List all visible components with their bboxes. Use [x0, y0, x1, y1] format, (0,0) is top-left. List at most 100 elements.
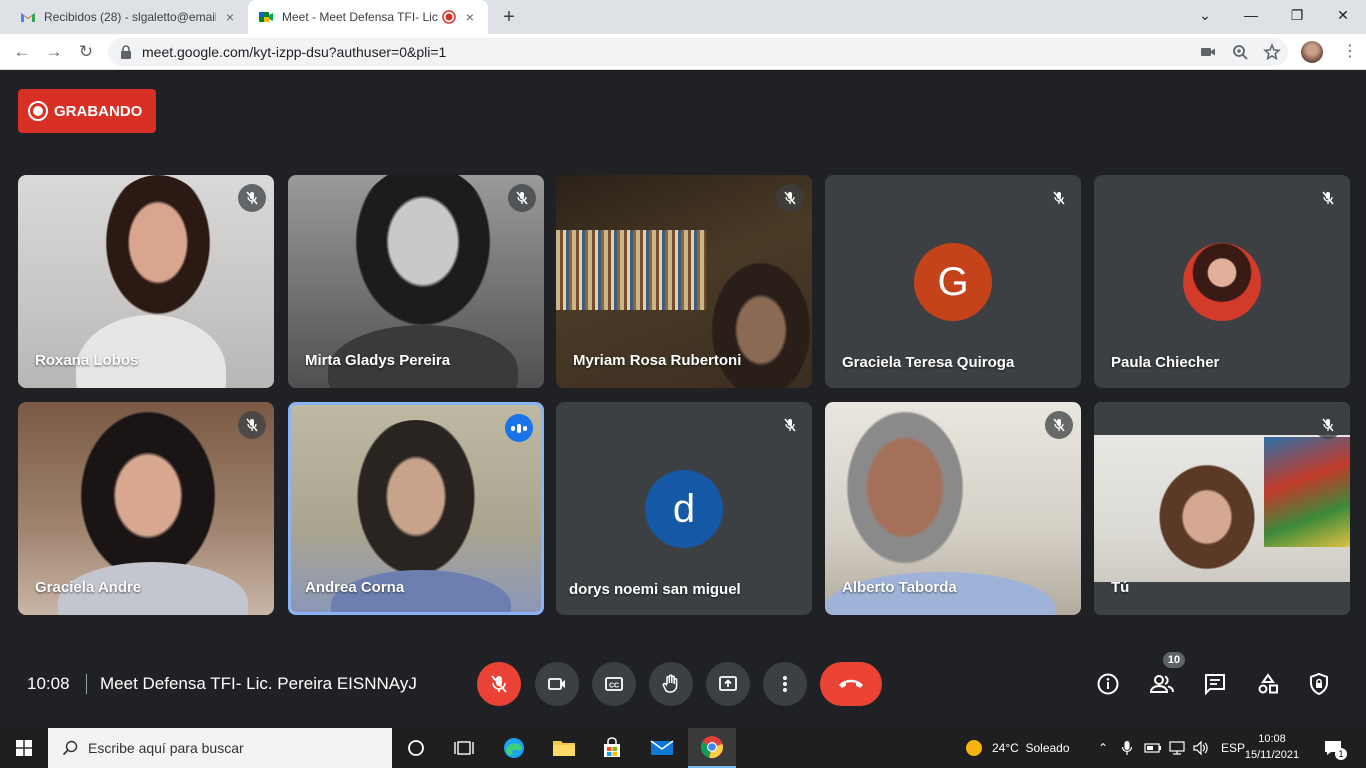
participant-tile[interactable]: d dorys noemi san miguel	[556, 402, 812, 615]
taskbar-clock[interactable]: 10:08 15/11/2021	[1244, 731, 1300, 763]
present-button[interactable]	[706, 662, 750, 706]
camera-status-icon[interactable]	[1196, 40, 1220, 64]
forward-icon[interactable]: →	[40, 38, 68, 66]
participant-tile-self[interactable]: Tú	[1094, 402, 1350, 615]
address-bar[interactable]: meet.google.com/kyt-izpp-dsu?authuser=0&…	[108, 38, 1288, 66]
meeting-title: Meet Defensa TFI- Lic. Pereira EISNNAyJ	[100, 674, 417, 693]
participant-name: Myriam Rosa Rubertoni	[573, 352, 742, 369]
battery-icon[interactable]	[1144, 728, 1162, 768]
camera-toggle-button[interactable]	[535, 662, 579, 706]
participant-tile[interactable]: G Graciela Teresa Quiroga	[825, 175, 1081, 388]
captions-button[interactable]: CC	[592, 662, 636, 706]
participant-name: dorys noemi san miguel	[569, 581, 741, 598]
activities-button[interactable]	[1252, 668, 1284, 700]
network-icon[interactable]	[1168, 728, 1186, 768]
people-button[interactable]	[1146, 668, 1178, 700]
captions-icon: CC	[605, 677, 623, 691]
participant-tile[interactable]: Roxana Lobos	[18, 175, 274, 388]
tab-strip: Recibidos (28) - slgaletto@email. × Meet…	[0, 0, 1366, 34]
zoom-icon[interactable]	[1228, 40, 1252, 64]
start-button[interactable]	[0, 728, 48, 768]
more-options-button[interactable]	[763, 662, 807, 706]
avatar: G	[914, 243, 992, 321]
participant-tile[interactable]: Myriam Rosa Rubertoni	[556, 175, 812, 388]
task-view-button[interactable]	[440, 728, 488, 768]
chevron-up-icon[interactable]: ⌃	[1098, 728, 1108, 768]
present-icon	[719, 676, 737, 691]
mic-toggle-button[interactable]	[477, 662, 521, 706]
mic-off-icon	[776, 411, 804, 439]
meet-stage: GRABANDO Roxana Lobos Mirta Gladys Perei…	[0, 70, 1366, 728]
recording-badge[interactable]: GRABANDO	[18, 89, 156, 133]
participant-tile-speaking[interactable]: Andrea Corna	[288, 402, 544, 615]
weather-widget[interactable]: 24°C Soleado	[964, 728, 1070, 768]
svg-text:CC: CC	[609, 683, 619, 690]
participant-tile[interactable]: Mirta Gladys Pereira	[288, 175, 544, 388]
video-feed	[73, 402, 223, 572]
participant-tile[interactable]: Graciela Andre	[18, 402, 274, 615]
sun-icon	[966, 740, 982, 756]
url-text: meet.google.com/kyt-izpp-dsu?authuser=0&…	[142, 44, 447, 60]
weather-text: 24°C Soleado	[992, 741, 1070, 755]
video-feed	[556, 230, 706, 310]
video-feed	[346, 420, 486, 590]
minimize-button[interactable]: —	[1228, 0, 1274, 30]
notifications-button[interactable]: 1	[1323, 728, 1347, 768]
store-app[interactable]	[588, 728, 636, 768]
cortana-button[interactable]	[392, 728, 440, 768]
windows-taskbar: Escribe aquí para buscar 24°C Soleado ⌃ …	[0, 728, 1366, 768]
raise-hand-button[interactable]	[649, 662, 693, 706]
new-tab-button[interactable]: +	[498, 6, 520, 28]
tab-search-icon[interactable]: ⌄	[1182, 0, 1228, 30]
search-placeholder: Escribe aquí para buscar	[88, 740, 244, 756]
mic-off-icon	[238, 184, 266, 212]
mail-app[interactable]	[638, 728, 686, 768]
leave-call-button[interactable]	[820, 662, 882, 706]
meet-icon	[259, 12, 273, 22]
chrome-icon	[700, 736, 723, 758]
speaking-indicator-icon	[505, 414, 533, 442]
restore-button[interactable]: ❐	[1274, 0, 1320, 30]
camera-icon	[548, 678, 565, 690]
edge-app[interactable]	[490, 728, 538, 768]
edge-icon	[504, 738, 524, 758]
volume-icon[interactable]	[1192, 728, 1210, 768]
reload-icon[interactable]: ↻	[72, 38, 100, 66]
search-icon	[62, 740, 78, 756]
meeting-clock: 10:08	[27, 674, 70, 693]
participant-name: Tú	[1111, 579, 1130, 596]
close-tab-icon[interactable]: ×	[462, 9, 478, 25]
mic-off-icon	[491, 675, 507, 693]
close-tab-icon[interactable]: ×	[222, 9, 238, 25]
host-controls-button[interactable]	[1303, 668, 1335, 700]
star-icon[interactable]	[1260, 40, 1284, 64]
participant-name: Alberto Taborda	[842, 579, 957, 596]
clock-date: 15/11/2021	[1244, 749, 1300, 761]
meeting-info-button[interactable]	[1092, 668, 1124, 700]
clock-time: 10:08	[1258, 733, 1286, 745]
participant-tile[interactable]: Paula Chiecher	[1094, 175, 1350, 388]
mail-icon	[650, 740, 674, 755]
browser-menu-icon[interactable]: ⋮	[1340, 42, 1360, 62]
tab-title: Recibidos (28) - slgaletto@email.	[44, 10, 216, 24]
file-explorer-app[interactable]	[540, 728, 588, 768]
mic-off-icon	[1045, 184, 1073, 212]
record-icon	[28, 101, 48, 121]
close-window-button[interactable]: ✕	[1320, 0, 1366, 30]
chrome-app[interactable]	[688, 728, 736, 768]
hangup-icon	[839, 679, 863, 688]
language-indicator[interactable]: ESP	[1221, 728, 1245, 768]
microphone-tray-icon[interactable]	[1121, 728, 1133, 768]
cortana-icon	[408, 740, 424, 756]
taskbar-search-box[interactable]: Escribe aquí para buscar	[48, 728, 392, 768]
tab-gmail[interactable]: Recibidos (28) - slgaletto@email. ×	[10, 0, 248, 34]
participant-tile[interactable]: Alberto Taborda	[825, 402, 1081, 615]
profile-avatar[interactable]	[1301, 41, 1323, 63]
tab-title: Meet - Meet Defensa TFI- Lic	[282, 10, 438, 24]
chat-icon	[1205, 674, 1225, 696]
back-icon[interactable]: ←	[8, 38, 36, 66]
notification-count: 1	[1335, 748, 1347, 760]
chat-button[interactable]	[1199, 668, 1231, 700]
tab-meet[interactable]: Meet - Meet Defensa TFI- Lic ×	[248, 0, 488, 34]
mic-off-icon	[1045, 411, 1073, 439]
